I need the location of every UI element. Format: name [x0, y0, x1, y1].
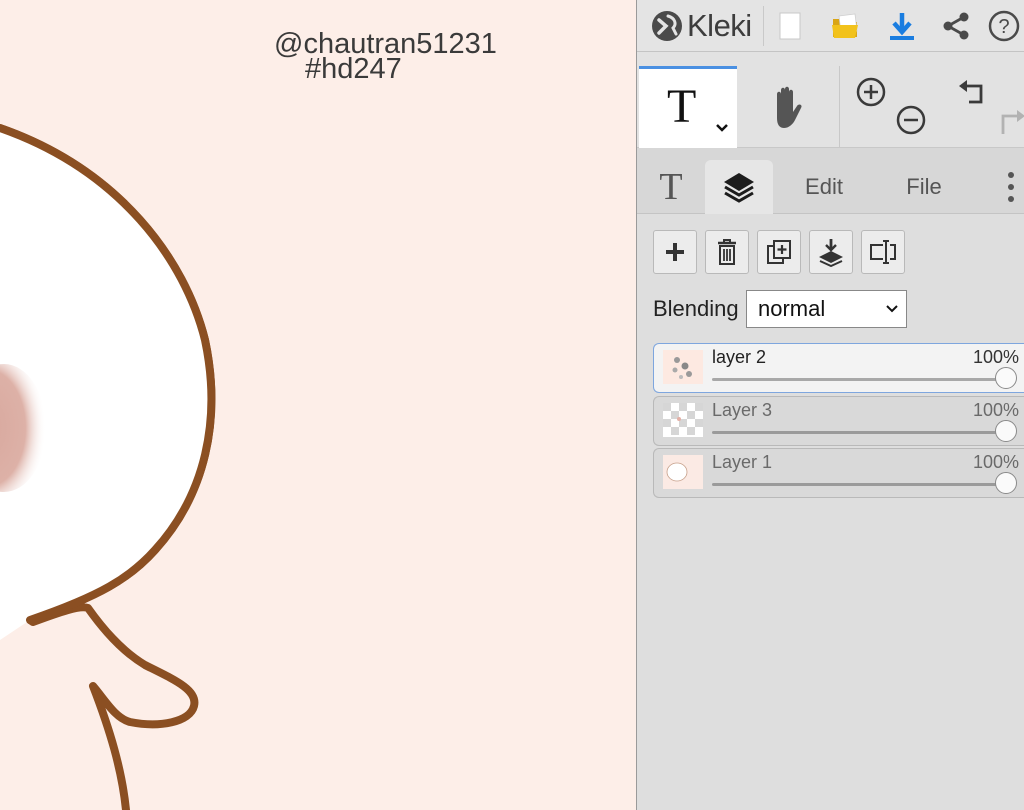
layer-name: Layer 1	[712, 452, 773, 472]
tab-edit-label: Edit	[805, 174, 843, 199]
text-tool-glyph: T	[667, 80, 697, 133]
merge-down-icon	[819, 239, 843, 267]
new-file-button[interactable]	[767, 0, 813, 52]
top-toolbar: Kleki ?	[637, 0, 1024, 52]
app-name: Kleki	[687, 8, 752, 43]
side-panel: Kleki ? T T Edit File Blending normal la…	[636, 0, 1024, 810]
chevron-down-icon	[886, 305, 898, 313]
layer-thumbnail	[663, 455, 703, 489]
zoom-out-icon[interactable]	[895, 104, 927, 136]
chevron-down-icon[interactable]	[715, 123, 729, 133]
add-layer-button[interactable]	[653, 230, 697, 274]
character-drawing	[0, 124, 216, 810]
app-logo[interactable]: Kleki	[649, 6, 752, 46]
hand-icon	[777, 86, 802, 128]
rename-layer-button[interactable]	[861, 230, 905, 274]
watermark-tag: #hd247	[305, 53, 402, 85]
tab-layers[interactable]	[705, 160, 773, 214]
duplicate-icon	[767, 240, 791, 264]
toolbar-separator	[763, 6, 764, 46]
help-button[interactable]: ?	[987, 0, 1024, 52]
layer-opacity: 100%	[972, 400, 1019, 420]
duplicate-layer-button[interactable]	[757, 230, 801, 274]
text-tool-button[interactable]: T	[639, 66, 737, 148]
layer-row[interactable]: layer 2 100%	[653, 343, 1024, 393]
more-vertical-icon	[1008, 172, 1014, 202]
layer-opacity: 100%	[972, 452, 1019, 472]
layer-opacity: 100%	[972, 347, 1019, 367]
help-icon: ?	[988, 10, 1020, 42]
opacity-slider[interactable]	[712, 420, 1017, 442]
blending-select[interactable]: normal	[746, 290, 907, 328]
opacity-slider[interactable]	[712, 472, 1017, 494]
tab-tool-settings-label: T	[659, 166, 683, 208]
layer-thumbnail	[663, 403, 703, 437]
redo-icon[interactable]	[997, 108, 1024, 136]
layer-name: layer 2	[712, 347, 767, 367]
tool-separator	[839, 66, 840, 148]
opacity-slider-handle[interactable]	[995, 420, 1017, 442]
help-glyph: ?	[998, 16, 1009, 38]
kleki-logo-icon	[652, 11, 682, 41]
layers-icon	[724, 173, 754, 203]
tool-row: T	[637, 52, 1024, 148]
layer-thumbnail	[663, 350, 703, 384]
tab-file-label: File	[906, 174, 942, 199]
new-file-icon	[779, 12, 801, 40]
open-file-button[interactable]	[823, 0, 869, 52]
layer-row[interactable]: Layer 1 100%	[653, 448, 1024, 498]
blending-label: Blending	[653, 296, 739, 321]
trash-icon	[718, 239, 736, 265]
open-folder-icon	[832, 13, 858, 38]
opacity-slider[interactable]	[712, 367, 1017, 389]
zoom-in-icon[interactable]	[855, 76, 887, 108]
merge-down-button[interactable]	[809, 230, 853, 274]
layer-row[interactable]: Layer 3 100%	[653, 396, 1024, 446]
share-button[interactable]	[933, 0, 979, 52]
opacity-slider-handle[interactable]	[995, 472, 1017, 494]
delete-layer-button[interactable]	[705, 230, 749, 274]
undo-icon[interactable]	[955, 76, 989, 108]
drawing-canvas[interactable]: @chautran51231 #hd247	[0, 0, 636, 810]
layers-panel: Blending normal layer 2 100% Layer 3 100…	[637, 214, 1024, 810]
tab-file[interactable]: File	[891, 160, 957, 214]
layer-name: Layer 3	[712, 400, 773, 420]
more-menu-button[interactable]	[997, 160, 1024, 214]
blending-value: normal	[758, 296, 826, 321]
opacity-slider-handle[interactable]	[995, 367, 1017, 389]
tab-edit[interactable]: Edit	[787, 160, 861, 214]
panel-tabs: T Edit File	[637, 148, 1024, 214]
plus-icon	[666, 243, 684, 261]
download-icon	[890, 13, 914, 40]
rename-icon	[870, 240, 896, 264]
share-icon	[943, 12, 969, 40]
download-button[interactable]	[879, 0, 925, 52]
hand-tool-button[interactable]	[739, 66, 837, 148]
tab-tool-settings[interactable]: T	[643, 160, 699, 214]
